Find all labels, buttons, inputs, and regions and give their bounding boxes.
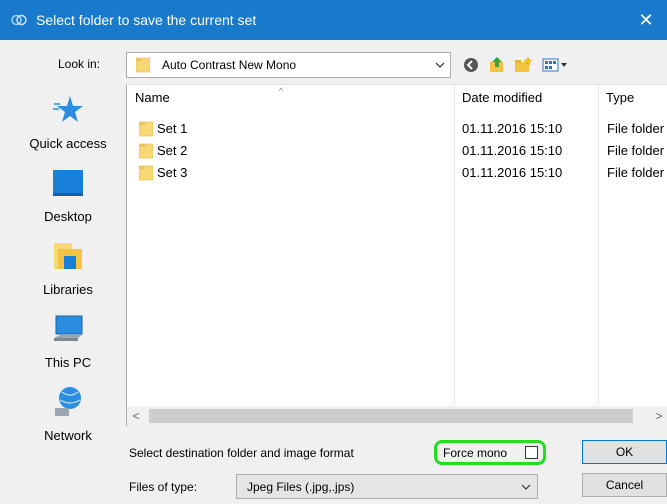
files-of-type-label: Files of type: — [129, 480, 198, 494]
look-in-combo[interactable]: Auto Contrast New Mono — [126, 52, 451, 78]
up-folder-button[interactable] — [486, 55, 508, 75]
files-of-type-value: Jpeg Files (.jpg,.jps) — [247, 480, 355, 494]
column-header-date-modified[interactable]: Date modified — [454, 85, 598, 111]
cancel-button[interactable]: Cancel — [582, 473, 667, 497]
scroll-left-arrow[interactable]: < — [127, 406, 145, 426]
file-type: File folder — [607, 143, 665, 158]
file-list[interactable]: Name ^ Date modified Type Set 1 01.11.20… — [126, 84, 667, 426]
place-this-pc[interactable]: This PC — [18, 307, 118, 377]
scroll-right-arrow[interactable]: > — [650, 406, 667, 426]
ok-button[interactable]: OK — [582, 440, 667, 464]
look-in-label: Look in: — [58, 57, 101, 71]
folder-icon — [139, 165, 153, 181]
chevron-down-icon[interactable] — [519, 480, 533, 494]
file-name: Set 2 — [157, 143, 188, 158]
back-button[interactable] — [460, 55, 482, 75]
view-menu-icon — [542, 58, 567, 72]
horizontal-scrollbar[interactable]: < > — [127, 406, 667, 426]
force-mono-label: Force mono — [443, 446, 508, 460]
window-title: Select folder to save the current set — [36, 12, 257, 28]
places-bar: Quick access Desktop Libraries This PC N… — [18, 88, 118, 448]
checkbox-box[interactable] — [525, 446, 538, 459]
file-type: File folder — [607, 121, 665, 136]
folder-icon — [139, 143, 153, 159]
new-folder-button[interactable] — [512, 55, 534, 75]
desktop-icon — [53, 170, 83, 196]
folder-icon — [136, 57, 150, 73]
file-date: 01.11.2016 15:10 — [462, 143, 563, 158]
title-bar: Select folder to save the current set ✕ — [0, 0, 667, 40]
place-label: Desktop — [44, 209, 92, 224]
column-header-name[interactable]: Name — [127, 85, 454, 111]
star-icon — [53, 96, 83, 122]
list-item[interactable]: Set 2 01.11.2016 15:10 File folder — [127, 140, 667, 162]
scroll-thumb[interactable] — [149, 409, 633, 423]
place-label: This PC — [44, 355, 92, 370]
place-label: Network — [44, 428, 92, 443]
app-icon — [11, 14, 27, 26]
destination-label: Select destination folder and image form… — [129, 446, 354, 460]
new-folder-icon — [515, 56, 532, 72]
place-network[interactable]: Network — [18, 380, 118, 450]
sort-ascending-indicator: ^ — [279, 86, 284, 96]
list-item[interactable]: Set 3 01.11.2016 15:10 File folder — [127, 162, 667, 184]
close-button[interactable]: ✕ — [625, 0, 667, 40]
network-icon — [55, 387, 81, 416]
file-name: Set 1 — [157, 121, 188, 136]
view-menu-button[interactable] — [540, 55, 570, 75]
file-date: 01.11.2016 15:10 — [462, 165, 563, 180]
place-quick-access[interactable]: Quick access — [18, 88, 118, 158]
file-type: File folder — [607, 165, 665, 180]
file-name: Set 3 — [157, 165, 188, 180]
file-date: 01.11.2016 15:10 — [462, 121, 563, 136]
folder-icon — [139, 121, 153, 137]
place-libraries[interactable]: Libraries — [18, 234, 118, 304]
look-in-value: Auto Contrast New Mono — [162, 58, 297, 72]
libraries-icon — [54, 243, 82, 269]
list-item[interactable]: Set 1 01.11.2016 15:10 File folder — [127, 118, 667, 140]
chevron-down-icon[interactable] — [433, 58, 447, 72]
files-of-type-select[interactable]: Jpeg Files (.jpg,.jps) — [236, 474, 538, 499]
place-desktop[interactable]: Desktop — [18, 161, 118, 231]
back-icon — [464, 58, 478, 72]
up-folder-icon — [490, 57, 503, 72]
place-label: Libraries — [43, 282, 93, 297]
column-header-type[interactable]: Type — [598, 85, 667, 111]
place-label: Quick access — [29, 136, 107, 151]
force-mono-checkbox[interactable]: Force mono — [434, 440, 546, 465]
computer-icon — [54, 315, 83, 341]
